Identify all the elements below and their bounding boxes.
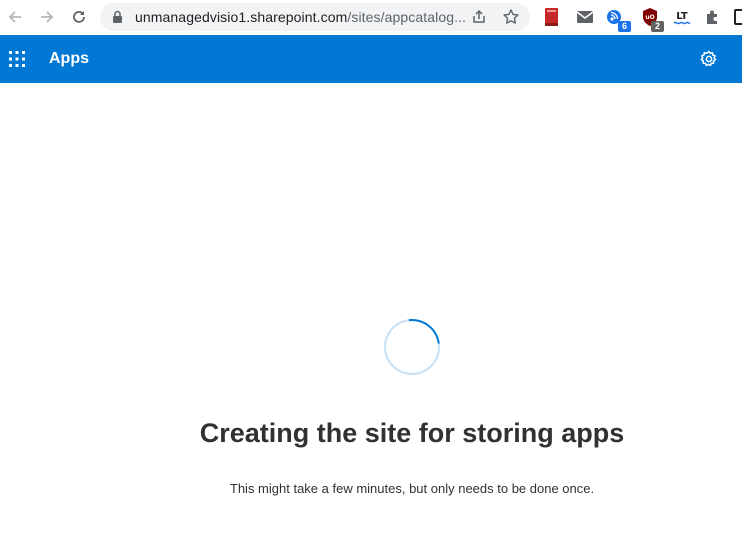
rss-badge: 6 — [618, 21, 631, 32]
url-text: unmanagedvisio1.sharepoint.com/sites/app… — [135, 9, 466, 25]
reload-icon — [73, 11, 85, 23]
settings-button[interactable] — [697, 47, 721, 71]
arrow-left-icon — [8, 11, 21, 23]
share-icon[interactable] — [471, 9, 487, 25]
puzzle-extensions-icon[interactable] — [702, 6, 724, 28]
arrow-right-icon — [41, 11, 54, 23]
browser-toolbar: unmanagedvisio1.sharepoint.com/sites/app… — [0, 0, 742, 35]
url-path: /sites/appcatalog... — [347, 9, 467, 25]
gear-icon — [700, 50, 717, 67]
suite-bar: Apps — [0, 35, 742, 83]
suite-title[interactable]: Apps — [49, 50, 89, 68]
svg-text:LT: LT — [676, 11, 688, 22]
app-launcher-button[interactable] — [4, 35, 30, 83]
svg-text:uO: uO — [645, 14, 654, 21]
rss-extension-icon[interactable]: 6 — [606, 6, 631, 32]
loading-spinner — [372, 307, 452, 387]
waffle-icon — [9, 51, 25, 67]
page-title: Creating the site for storing apps — [199, 418, 625, 448]
side-panel-icon[interactable] — [733, 6, 742, 28]
address-bar[interactable]: unmanagedvisio1.sharepoint.com/sites/app… — [100, 3, 530, 31]
mail-extension-icon[interactable] — [574, 6, 596, 28]
book-extension-icon[interactable] — [541, 6, 563, 28]
url-host: unmanagedvisio1.sharepoint.com — [135, 9, 348, 25]
forward-button[interactable] — [35, 5, 59, 29]
ublock-extension-icon[interactable]: uO 2 — [639, 6, 664, 32]
ublock-badge: 2 — [651, 21, 664, 32]
back-button[interactable] — [3, 5, 27, 29]
lock-icon — [113, 10, 122, 23]
status-message: This might take a few minutes, but only … — [229, 481, 595, 496]
reload-button[interactable] — [67, 5, 91, 29]
star-icon[interactable] — [502, 8, 520, 26]
languagetool-extension-icon[interactable]: LT — [671, 6, 693, 28]
